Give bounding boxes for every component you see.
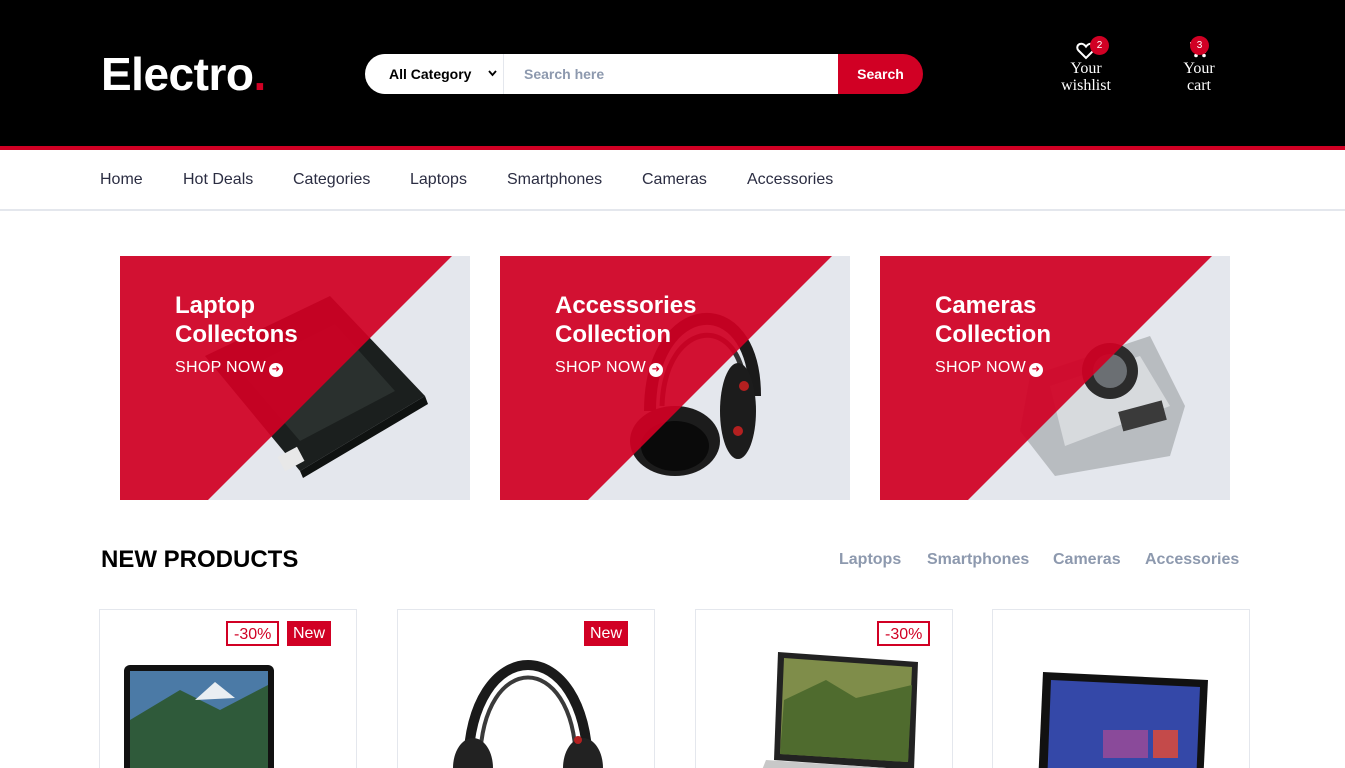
wishlist-label-line1: Your <box>1070 60 1102 77</box>
nav-laptops[interactable]: Laptops <box>410 170 467 189</box>
collection-accessories-title-line1: Accessories <box>555 292 697 319</box>
arrow-right-circle-icon: ➜ <box>1029 363 1044 377</box>
nav-home[interactable]: Home <box>100 170 143 189</box>
main-navigation: Home Hot Deals Categories Laptops Smartp… <box>0 150 1345 211</box>
nav-cameras[interactable]: Cameras <box>642 170 707 189</box>
nav-accessories[interactable]: Accessories <box>747 170 833 189</box>
product-card[interactable] <box>992 609 1250 768</box>
product-laptop-image <box>762 652 918 768</box>
cart-link[interactable]: 3 Your cart <box>1164 36 1234 94</box>
collection-laptop-cta-label: SHOP NOW <box>175 359 267 376</box>
collection-accessories-shop-now[interactable]: SHOP NOW ➜ <box>555 359 664 377</box>
tab-cameras[interactable]: Cameras <box>1053 550 1121 569</box>
cart-count-badge: 3 <box>1190 36 1209 55</box>
nav-categories[interactable]: Categories <box>293 170 370 189</box>
arrow-right-circle-icon: ➜ <box>269 363 284 377</box>
product-card[interactable]: New <box>397 609 655 768</box>
product-headphones-image <box>453 660 603 768</box>
wishlist-count-badge: 2 <box>1090 36 1109 55</box>
search-input[interactable] <box>504 54 838 94</box>
collection-laptop[interactable]: Laptop Collectons SHOP NOW ➜ <box>120 256 470 500</box>
logo[interactable]: Electro. <box>101 48 266 100</box>
collection-cameras-title-line2: Collection <box>935 321 1052 348</box>
collection-laptop-title-line1: Laptop <box>175 292 255 319</box>
logo-dot: . <box>253 48 266 100</box>
cart-label-line2: cart <box>1187 77 1211 94</box>
collection-cameras-cta-label: SHOP NOW <box>935 359 1027 376</box>
arrow-right-circle-icon: ➜ <box>649 363 664 377</box>
collection-cameras-title-line1: Cameras <box>935 292 1037 319</box>
product-laptop-image <box>124 665 274 768</box>
collection-cameras-shop-now[interactable]: SHOP NOW ➜ <box>935 359 1044 377</box>
search-bar: All Category Search <box>365 54 923 94</box>
category-select-value: All Category <box>389 66 472 82</box>
category-select[interactable]: All Category <box>365 54 504 94</box>
collection-cameras[interactable]: Cameras Collection SHOP NOW ➜ <box>880 256 1230 500</box>
collection-accessories[interactable]: Accessories Collection SHOP NOW ➜ <box>500 256 850 500</box>
search-button[interactable]: Search <box>838 54 923 94</box>
nav-smartphones[interactable]: Smartphones <box>507 170 602 189</box>
wishlist-label-line2: wishlist <box>1061 77 1111 94</box>
top-header: Electro. All Category Search 2 Your wish… <box>0 0 1345 146</box>
tab-smartphones[interactable]: Smartphones <box>927 550 1029 569</box>
cart-label-line1: Your <box>1183 60 1215 77</box>
heart-icon <box>1051 38 1121 60</box>
tab-laptops[interactable]: Laptops <box>839 550 901 569</box>
nav-hot-deals[interactable]: Hot Deals <box>183 170 253 189</box>
collection-accessories-title: Accessories Collection <box>555 291 696 349</box>
collection-cameras-overlay <box>880 256 1212 500</box>
collection-laptop-title: Laptop Collectons <box>175 291 298 349</box>
chevron-down-icon <box>487 54 498 111</box>
tab-accessories[interactable]: Accessories <box>1145 550 1239 569</box>
collection-cameras-title: Cameras Collection <box>935 291 1051 349</box>
collection-laptop-title-line2: Collectons <box>175 321 298 348</box>
section-title: NEW PRODUCTS <box>101 546 299 573</box>
product-card[interactable]: -30% <box>695 609 953 768</box>
logo-text: Electro <box>101 48 254 100</box>
collection-laptop-shop-now[interactable]: SHOP NOW ➜ <box>175 359 284 377</box>
product-tablet-image <box>1038 672 1208 768</box>
collection-accessories-title-line2: Collection <box>555 321 672 348</box>
wishlist-link[interactable]: 2 Your wishlist <box>1051 36 1121 94</box>
product-card[interactable]: -30% New <box>99 609 357 768</box>
collection-accessories-cta-label: SHOP NOW <box>555 359 647 376</box>
